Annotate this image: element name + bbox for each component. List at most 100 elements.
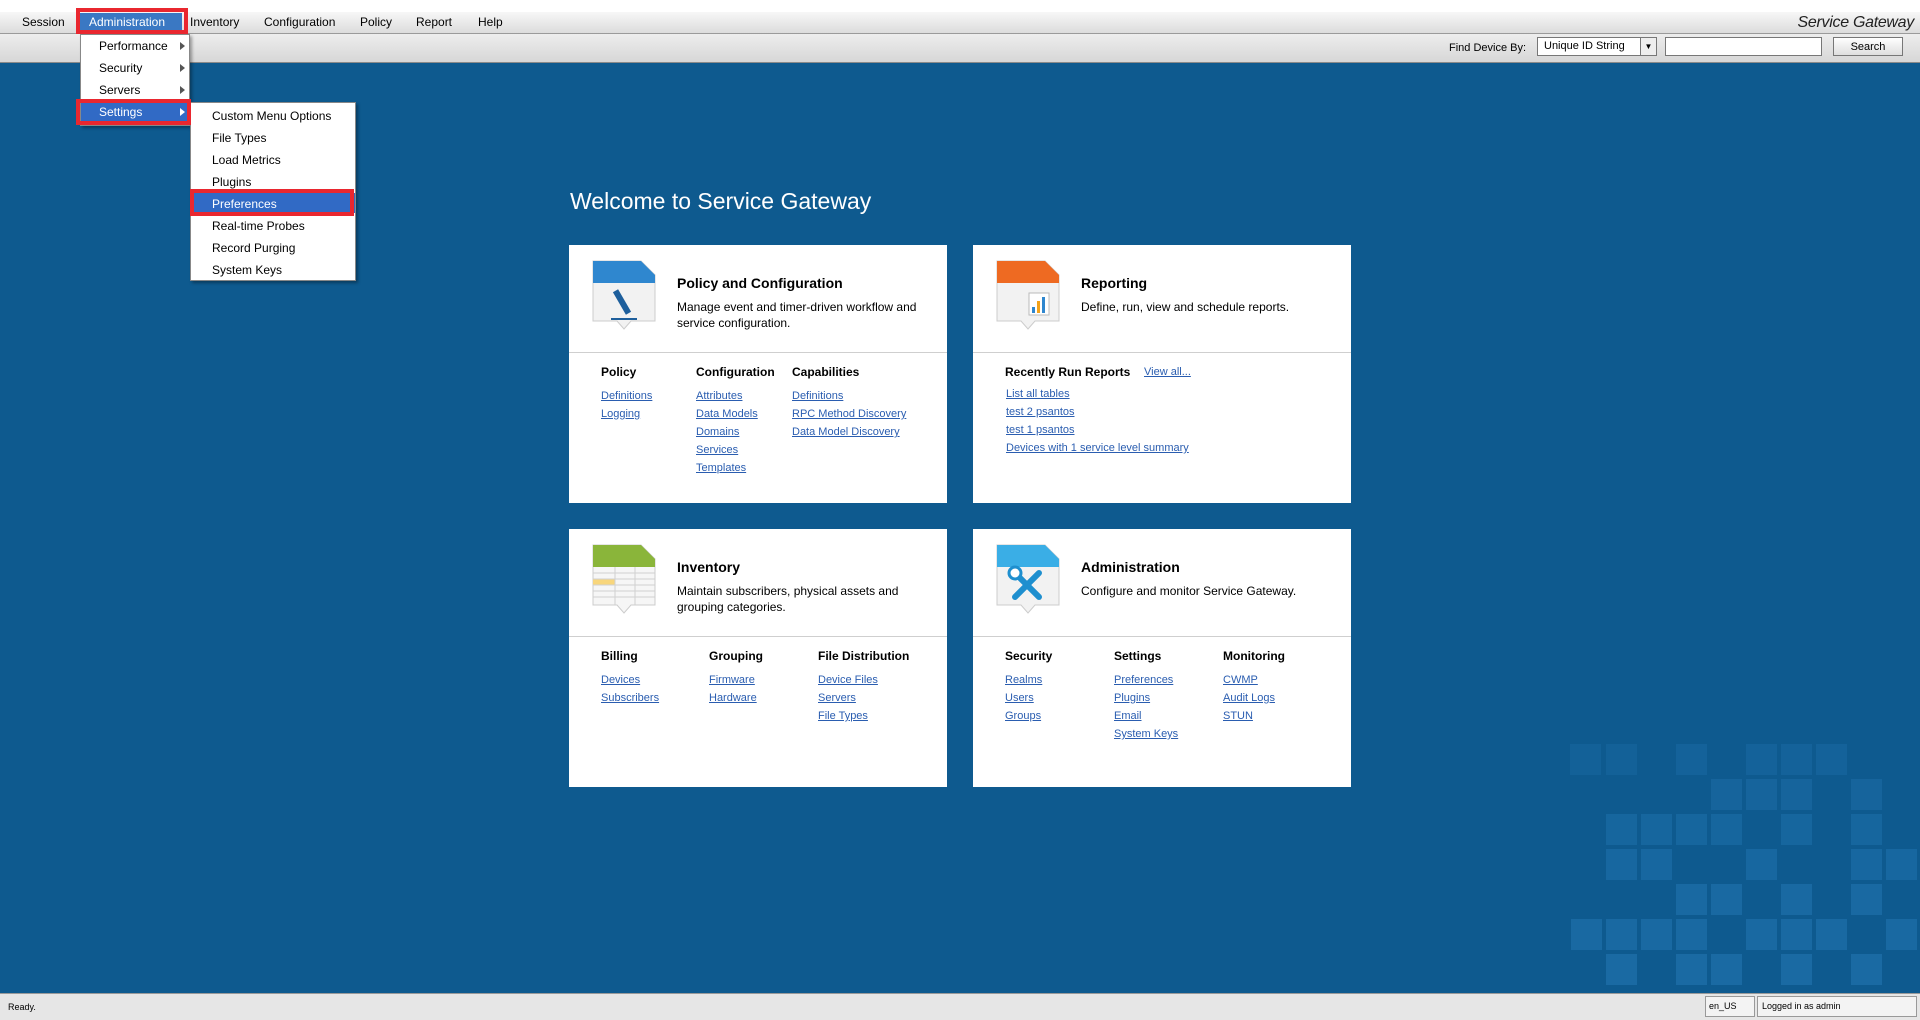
card-description: Manage event and timer-driven workflow a…: [677, 300, 917, 330]
bg-square: [1641, 919, 1672, 950]
menu-item-label: Preferences: [212, 197, 277, 211]
recent-reports-header: Recently Run Reports: [1005, 365, 1131, 379]
card-divider: [569, 636, 947, 637]
link-report-test-1[interactable]: test 1 psantos: [1006, 421, 1189, 439]
menu-item-load-metrics[interactable]: Load Metrics: [191, 149, 355, 169]
link-policy-logging[interactable]: Logging: [601, 405, 652, 423]
chevron-right-icon: [180, 86, 185, 94]
menu-inventory[interactable]: Inventory: [190, 15, 239, 29]
menu-administration[interactable]: Administration: [89, 15, 165, 29]
menu-help[interactable]: Help: [478, 15, 503, 29]
menu-item-custom-menu-options[interactable]: Custom Menu Options: [191, 105, 355, 125]
bg-square: [1886, 919, 1917, 950]
menu-item-real-time-probes[interactable]: Real-time Probes: [191, 215, 355, 235]
link-attributes[interactable]: Attributes: [696, 387, 775, 405]
settings-column: Settings Preferences Plugins Email Syste…: [1114, 649, 1178, 743]
link-domains[interactable]: Domains: [696, 423, 775, 441]
link-report-test-2[interactable]: test 2 psantos: [1006, 403, 1189, 421]
view-all-link[interactable]: View all...: [1144, 366, 1191, 378]
menu-policy[interactable]: Policy: [360, 15, 392, 29]
search-input[interactable]: [1665, 37, 1822, 56]
bg-square: [1816, 744, 1847, 775]
menu-item-security[interactable]: Security: [81, 57, 189, 77]
administration-card: Administration Configure and monitor Ser…: [973, 529, 1351, 787]
card-divider: [973, 352, 1351, 353]
link-plugins[interactable]: Plugins: [1114, 689, 1178, 707]
column-header: Billing: [601, 649, 638, 663]
administration-tools-icon: [996, 544, 1060, 614]
inventory-table-icon: [592, 544, 656, 614]
find-device-select[interactable]: Unique ID String ▼: [1537, 37, 1657, 56]
status-bar: Ready. en_US Logged in as admin: [0, 993, 1920, 1020]
link-templates[interactable]: Templates: [696, 459, 775, 477]
bg-square: [1606, 919, 1637, 950]
link-preferences[interactable]: Preferences: [1114, 671, 1178, 689]
link-file-types[interactable]: File Types: [818, 707, 909, 725]
bg-square: [1746, 849, 1777, 880]
link-stun[interactable]: STUN: [1223, 707, 1285, 725]
menu-item-label: Plugins: [212, 175, 252, 189]
menu-item-performance[interactable]: Performance: [81, 35, 189, 55]
bg-square: [1606, 954, 1637, 985]
menu-item-plugins[interactable]: Plugins: [191, 171, 355, 191]
search-button[interactable]: Search: [1833, 37, 1903, 56]
link-hardware[interactable]: Hardware: [709, 689, 763, 707]
link-firmware[interactable]: Firmware: [709, 671, 763, 689]
menu-item-settings[interactable]: Settings: [81, 101, 189, 121]
link-capability-definitions[interactable]: Definitions: [792, 387, 906, 405]
menu-item-record-purging[interactable]: Record Purging: [191, 237, 355, 257]
bg-square: [1606, 814, 1637, 845]
brand-logo: Service Gateway: [1797, 14, 1915, 31]
configuration-column: Configuration Attributes Data Models Dom…: [696, 365, 775, 477]
link-data-models[interactable]: Data Models: [696, 405, 775, 423]
link-devices[interactable]: Devices: [601, 671, 659, 689]
menu-session[interactable]: Session: [22, 15, 65, 29]
administration-dropdown: Performance Security Servers Settings: [80, 34, 190, 126]
card-title: Policy and Configuration: [677, 275, 843, 291]
bg-square: [1781, 884, 1812, 915]
menu-item-system-keys[interactable]: System Keys: [191, 259, 355, 279]
locale-text: en_US: [1709, 1001, 1737, 1011]
bg-square: [1886, 849, 1917, 880]
link-data-model-discovery[interactable]: Data Model Discovery: [792, 423, 906, 441]
bg-square: [1851, 814, 1882, 845]
chevron-down-icon[interactable]: ▼: [1640, 38, 1656, 55]
link-email[interactable]: Email: [1114, 707, 1178, 725]
bg-square: [1676, 884, 1707, 915]
bg-square: [1851, 884, 1882, 915]
menu-item-label: System Keys: [212, 263, 283, 277]
bg-square: [1641, 814, 1672, 845]
security-column: Security Realms Users Groups: [1005, 649, 1052, 725]
menu-report[interactable]: Report: [416, 15, 452, 29]
link-report-list-all-tables[interactable]: List all tables: [1006, 385, 1189, 403]
column-header: File Distribution: [818, 649, 910, 663]
menu-item-label: Real-time Probes: [212, 219, 305, 233]
link-policy-definitions[interactable]: Definitions: [601, 387, 652, 405]
link-users[interactable]: Users: [1005, 689, 1052, 707]
link-servers[interactable]: Servers: [818, 689, 909, 707]
link-groups[interactable]: Groups: [1005, 707, 1052, 725]
bg-square: [1676, 744, 1707, 775]
menu-item-preferences[interactable]: Preferences: [191, 193, 355, 213]
menu-item-servers[interactable]: Servers: [81, 79, 189, 99]
link-audit-logs[interactable]: Audit Logs: [1223, 689, 1285, 707]
menu-item-file-types[interactable]: File Types: [191, 127, 355, 147]
policy-card: Policy and Configuration Manage event an…: [569, 245, 947, 503]
bg-square: [1781, 814, 1812, 845]
link-cwmp[interactable]: CWMP: [1223, 671, 1285, 689]
find-device-select-value: Unique ID String: [1544, 40, 1625, 52]
link-realms[interactable]: Realms: [1005, 671, 1052, 689]
link-system-keys[interactable]: System Keys: [1114, 725, 1178, 743]
menu-bar: Session Administration Inventory Configu…: [0, 12, 1920, 34]
reporting-chart-icon: [996, 260, 1060, 330]
link-rpc-method-discovery[interactable]: RPC Method Discovery: [792, 405, 906, 423]
card-divider: [973, 636, 1351, 637]
chevron-right-icon: [180, 108, 185, 116]
link-services[interactable]: Services: [696, 441, 775, 459]
bg-square: [1606, 849, 1637, 880]
menu-configuration[interactable]: Configuration: [264, 15, 335, 29]
capabilities-column: Capabilities Definitions RPC Method Disc…: [792, 365, 906, 441]
link-subscribers[interactable]: Subscribers: [601, 689, 659, 707]
link-report-devices-summary[interactable]: Devices with 1 service level summary: [1006, 439, 1189, 457]
link-device-files[interactable]: Device Files: [818, 671, 909, 689]
